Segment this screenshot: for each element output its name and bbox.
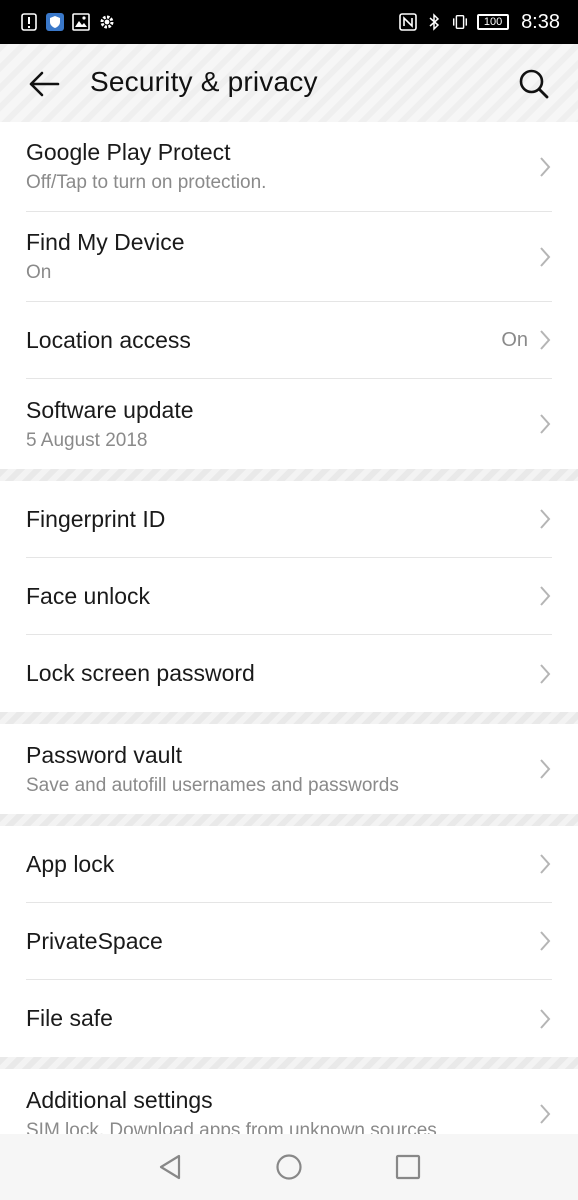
item-title: App lock bbox=[26, 850, 115, 877]
bluetooth-icon bbox=[425, 13, 443, 31]
chevron-right-icon bbox=[538, 155, 552, 179]
list-item-additional-settings[interactable]: Additional settings SIM lock, Download a… bbox=[26, 1069, 552, 1134]
nav-recents-button[interactable] bbox=[386, 1145, 430, 1189]
list-item-find-my-device[interactable]: Find My Device On bbox=[26, 212, 552, 302]
battery-icon: 100 bbox=[477, 14, 510, 30]
square-recents-icon bbox=[396, 1154, 421, 1180]
item-title: Lock screen password bbox=[26, 660, 255, 686]
list-item-file-safe[interactable]: File safe bbox=[26, 980, 552, 1057]
status-right-icons: 100 8:38 bbox=[399, 11, 560, 34]
search-button[interactable] bbox=[514, 64, 554, 104]
item-subtitle: Off/Tap to turn on protection. bbox=[26, 172, 267, 193]
page-title: Security & privacy bbox=[90, 66, 318, 97]
triangle-back-icon bbox=[159, 1154, 180, 1180]
gear-icon bbox=[98, 13, 116, 31]
item-value: On bbox=[501, 328, 528, 351]
list-item-face-unlock[interactable]: Face unlock bbox=[26, 558, 552, 635]
vibrate-icon bbox=[451, 13, 469, 31]
item-subtitle: 5 August 2018 bbox=[26, 429, 148, 451]
settings-group-vault: Password vault Save and autofill usernam… bbox=[0, 724, 578, 814]
item-subtitle: Save and autofill usernames and password… bbox=[26, 774, 399, 796]
image-icon bbox=[72, 13, 90, 31]
chevron-right-icon bbox=[538, 1007, 552, 1031]
item-title: Fingerprint ID bbox=[26, 505, 166, 532]
group-separator bbox=[0, 1057, 578, 1069]
item-title: Face unlock bbox=[26, 582, 151, 609]
item-title: Find My Device bbox=[26, 229, 185, 255]
item-title: File safe bbox=[26, 1005, 113, 1031]
item-subtitle: SIM lock, Download apps from unknown sou… bbox=[26, 1119, 437, 1135]
list-item-app-lock[interactable]: App lock bbox=[26, 826, 552, 903]
alert-icon bbox=[20, 13, 38, 31]
list-item-password-vault[interactable]: Password vault Save and autofill usernam… bbox=[26, 724, 552, 814]
list-item-software-update[interactable]: Software update 5 August 2018 bbox=[26, 379, 552, 469]
settings-group-privacy: App lock PrivateSpace File safe bbox=[0, 826, 578, 1057]
list-item-location-access[interactable]: Location access On bbox=[26, 302, 552, 379]
item-subtitle: On bbox=[26, 262, 52, 283]
back-arrow-icon bbox=[29, 71, 60, 97]
settings-list: Google Play Protect Off/Tap to turn on p… bbox=[0, 122, 578, 1134]
chevron-right-icon bbox=[538, 328, 552, 352]
group-separator bbox=[0, 469, 578, 481]
status-bar: 100 8:38 bbox=[0, 0, 578, 44]
app-bar: Security & privacy bbox=[0, 44, 578, 122]
list-item-privatespace[interactable]: PrivateSpace bbox=[26, 903, 552, 980]
group-separator bbox=[0, 814, 578, 826]
chevron-right-icon bbox=[538, 929, 552, 953]
chevron-right-icon bbox=[538, 757, 552, 781]
settings-group-additional: Additional settings SIM lock, Download a… bbox=[0, 1069, 578, 1134]
settings-group-unlock: Fingerprint ID Face unlock Lock screen p… bbox=[0, 481, 578, 712]
nfc-icon bbox=[399, 13, 417, 31]
shield-app-icon bbox=[46, 13, 64, 31]
chevron-right-icon bbox=[538, 852, 552, 876]
system-nav-bar bbox=[0, 1134, 578, 1200]
list-item-google-play-protect[interactable]: Google Play Protect Off/Tap to turn on p… bbox=[26, 122, 552, 212]
item-title: Location access bbox=[26, 326, 191, 353]
nav-home-button[interactable] bbox=[267, 1145, 311, 1189]
group-separator bbox=[0, 712, 578, 724]
chevron-right-icon bbox=[538, 662, 552, 686]
chevron-right-icon bbox=[538, 1102, 552, 1126]
item-title: Password vault bbox=[26, 741, 182, 768]
chevron-right-icon bbox=[538, 245, 552, 269]
chevron-right-icon bbox=[538, 584, 552, 608]
chevron-right-icon bbox=[538, 507, 552, 531]
back-button[interactable] bbox=[24, 64, 64, 104]
chevron-right-icon bbox=[538, 412, 552, 436]
list-item-fingerprint-id[interactable]: Fingerprint ID bbox=[26, 481, 552, 558]
search-icon bbox=[519, 69, 549, 99]
item-title: Additional settings bbox=[26, 1086, 213, 1113]
item-title: PrivateSpace bbox=[26, 927, 163, 954]
item-title: Google Play Protect bbox=[26, 139, 231, 165]
status-time: 8:38 bbox=[521, 10, 560, 33]
status-left-icons bbox=[20, 13, 116, 31]
nav-back-button[interactable] bbox=[148, 1145, 192, 1189]
list-item-lock-screen-password[interactable]: Lock screen password bbox=[26, 635, 552, 712]
circle-home-icon bbox=[276, 1154, 302, 1180]
settings-group-status: Google Play Protect Off/Tap to turn on p… bbox=[0, 122, 578, 469]
item-title: Software update bbox=[26, 396, 194, 423]
